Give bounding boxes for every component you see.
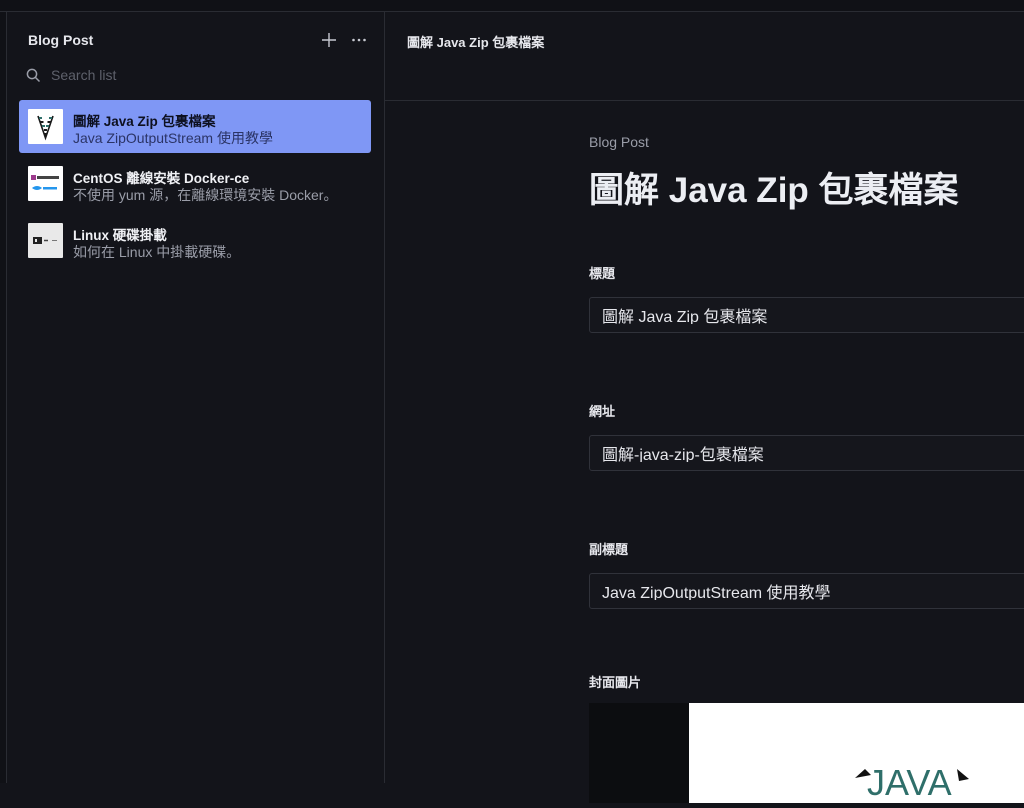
page-title: 圖解 Java Zip 包裹檔案 bbox=[589, 171, 959, 210]
subtitle-label: 副標題 bbox=[589, 542, 629, 557]
list-item-title: 圖解 Java Zip 包裹檔案 bbox=[73, 114, 216, 129]
document-pane: 圖解 Java Zip 包裹檔案 Blog Post 圖解 Java Zip 包… bbox=[385, 12, 1024, 803]
list-item-java-zip[interactable]: 圖解 Java Zip 包裹檔案 Java ZipOutputStream 使用… bbox=[19, 100, 371, 153]
search-input[interactable] bbox=[51, 67, 351, 83]
cover-image[interactable]: JAVA bbox=[589, 703, 1024, 803]
title-input[interactable] bbox=[602, 306, 1022, 324]
more-button[interactable] bbox=[348, 29, 370, 51]
list-item-subtitle: Java ZipOutputStream 使用教學 bbox=[73, 130, 273, 146]
top-bar bbox=[0, 0, 1024, 12]
breadcrumb: 圖解 Java Zip 包裹檔案 bbox=[407, 35, 545, 50]
subtitle-field[interactable] bbox=[589, 573, 1024, 609]
list-item-subtitle: 不使用 yum 源，在離線環境安裝 Docker。 bbox=[73, 187, 338, 203]
plus-icon bbox=[322, 33, 336, 47]
slug-input[interactable] bbox=[602, 444, 1022, 462]
zipper-icon bbox=[28, 109, 63, 144]
more-icon bbox=[352, 38, 366, 42]
cover-label: 封面圖片 bbox=[589, 675, 642, 690]
sidebar: Blog Post Search list 圖解 Java Zip 包裹檔案 J… bbox=[7, 12, 385, 783]
disk-mount-icon bbox=[28, 223, 63, 258]
list-item-linux-disk[interactable]: Linux 硬碟掛載 如何在 Linux 中掛載硬碟。 bbox=[19, 214, 371, 267]
title-label: 標題 bbox=[589, 266, 616, 281]
list-item-centos-docker[interactable]: CentOS 離線安裝 Docker-ce 不使用 yum 源，在離線環境安裝 … bbox=[19, 157, 371, 210]
slug-field[interactable] bbox=[589, 435, 1024, 471]
add-button[interactable] bbox=[318, 29, 340, 51]
sidebar-title: Blog Post bbox=[28, 32, 94, 48]
document-type: Blog Post bbox=[589, 134, 649, 150]
centos-docker-logo bbox=[28, 166, 63, 201]
left-rail bbox=[0, 12, 7, 783]
search-icon bbox=[26, 68, 41, 82]
subtitle-input[interactable] bbox=[602, 582, 1022, 600]
list-item-title: Linux 硬碟掛載 bbox=[73, 228, 167, 243]
list-item-subtitle: 如何在 Linux 中掛載硬碟。 bbox=[73, 244, 241, 260]
pane-header: 圖解 Java Zip 包裹檔案 bbox=[385, 12, 1024, 101]
java-logo: JAVA bbox=[855, 762, 969, 803]
document-list: 圖解 Java Zip 包裹檔案 Java ZipOutputStream 使用… bbox=[19, 100, 371, 271]
slug-label: 網址 bbox=[589, 404, 616, 419]
search-bar bbox=[26, 64, 366, 86]
title-field[interactable] bbox=[589, 297, 1024, 333]
sidebar-header: Blog Post bbox=[28, 31, 370, 49]
cover-image-preview: JAVA bbox=[689, 703, 1024, 803]
list-item-title: CentOS 離線安裝 Docker-ce bbox=[73, 171, 250, 186]
